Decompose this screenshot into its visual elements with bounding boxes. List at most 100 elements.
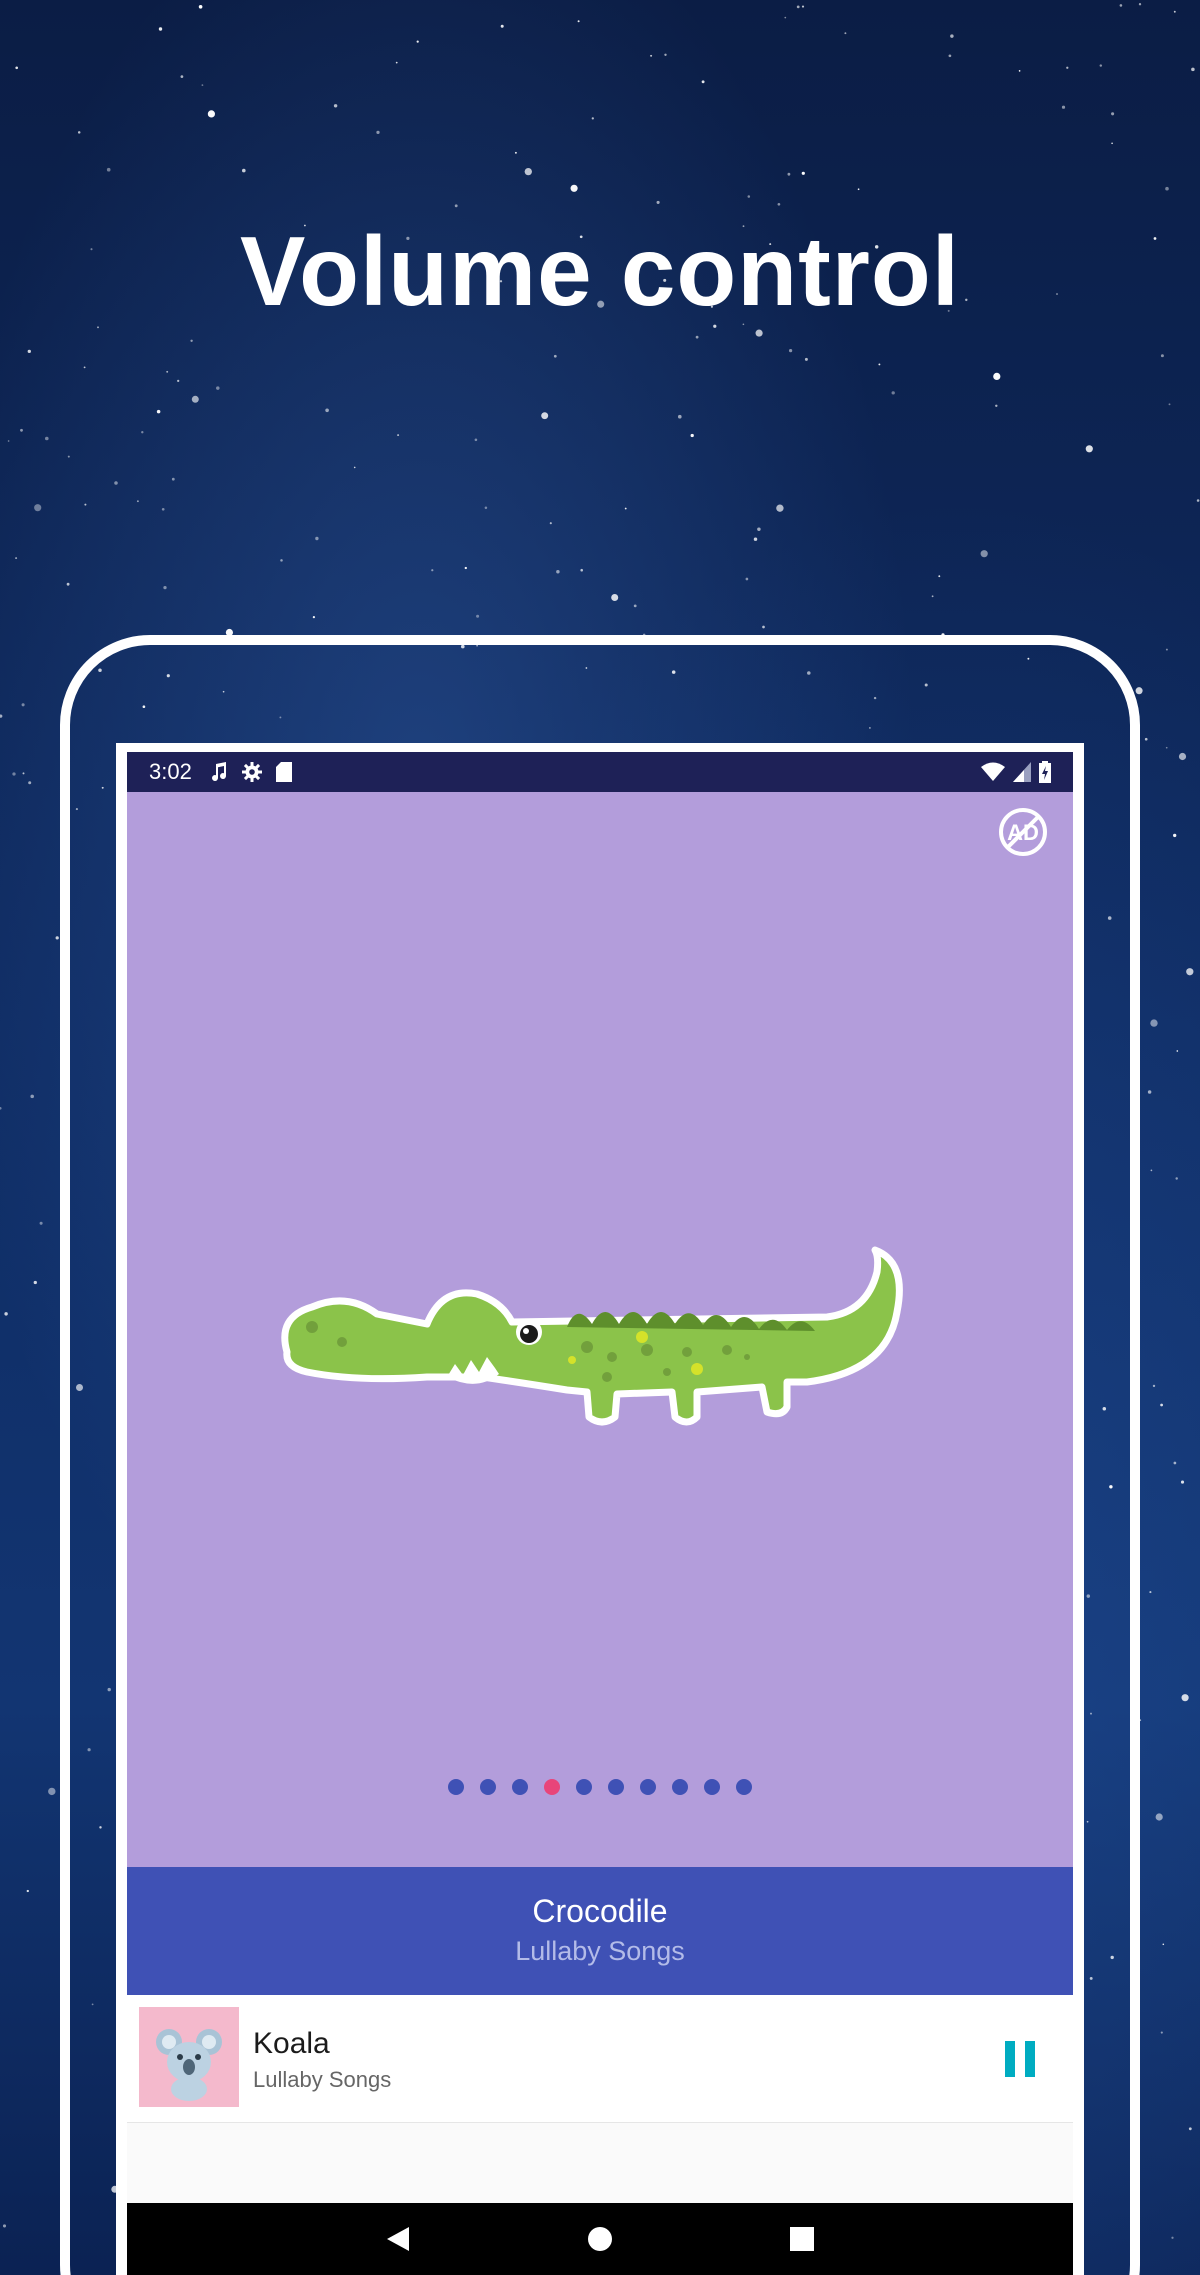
- star: [161, 507, 165, 511]
- star: [1018, 70, 1021, 72]
- star: [216, 386, 220, 390]
- star: [20, 428, 23, 432]
- no-ads-icon: AD: [999, 808, 1047, 856]
- now-playing-subtitle: Lullaby Songs: [515, 1936, 685, 1966]
- system-nav-bar: [127, 2203, 1073, 2275]
- star: [1111, 112, 1115, 116]
- remove-ads-button[interactable]: AD: [997, 806, 1049, 858]
- star: [570, 184, 578, 192]
- star: [1180, 1480, 1185, 1484]
- status-icons-right: [981, 761, 1051, 783]
- star: [776, 504, 784, 512]
- mini-player-subtitle: Lullaby Songs: [253, 2067, 392, 2092]
- star: [177, 379, 180, 383]
- star: [695, 335, 699, 339]
- star: [611, 593, 619, 602]
- star: [948, 54, 952, 58]
- star: [1186, 968, 1194, 976]
- star: [844, 32, 847, 35]
- star: [395, 61, 398, 64]
- star: [514, 151, 517, 154]
- star: [664, 53, 667, 56]
- star: [1188, 2127, 1192, 2131]
- pager-dot: [576, 1779, 592, 1795]
- star: [1138, 3, 1142, 6]
- star: [580, 568, 583, 572]
- star: [190, 339, 193, 342]
- star: [549, 522, 552, 525]
- pager-dot: [448, 1779, 464, 1795]
- star: [21, 703, 25, 707]
- star: [701, 80, 705, 84]
- gear-icon: [241, 762, 262, 782]
- star: [353, 466, 356, 469]
- star: [15, 557, 18, 560]
- star: [315, 536, 319, 541]
- star: [158, 27, 163, 31]
- star: [431, 569, 434, 572]
- star: [39, 1221, 43, 1225]
- star: [757, 527, 761, 531]
- star: [690, 433, 694, 438]
- star: [524, 167, 532, 176]
- star: [1160, 2031, 1163, 2034]
- star: [22, 772, 25, 775]
- mini-player-title: Koala: [253, 2027, 330, 2060]
- star: [26, 1889, 29, 1893]
- star: [796, 5, 800, 9]
- star: [1155, 1813, 1163, 1821]
- content-spacer: [127, 2123, 1073, 2203]
- star: [1176, 1050, 1179, 1052]
- star: [1099, 64, 1103, 67]
- back-icon[interactable]: [385, 2225, 411, 2253]
- mini-player[interactable]: Koala Lullaby Songs: [127, 1995, 1073, 2123]
- star: [677, 414, 682, 419]
- signal-icon: [1013, 762, 1031, 782]
- star: [1171, 2236, 1174, 2239]
- star: [207, 110, 216, 118]
- star: [45, 436, 49, 441]
- star: [201, 84, 204, 86]
- star: [66, 582, 70, 586]
- star: [753, 537, 758, 541]
- star: [325, 408, 329, 413]
- star: [1066, 66, 1069, 69]
- star: [1135, 687, 1143, 695]
- pager-dot: [512, 1779, 528, 1795]
- star: [106, 167, 111, 172]
- star: [980, 550, 988, 558]
- star: [83, 366, 86, 369]
- star: [1162, 1943, 1165, 1946]
- star: [30, 1094, 34, 1099]
- star: [1168, 403, 1171, 406]
- pause-icon[interactable]: [1003, 2039, 1037, 2079]
- star: [553, 354, 557, 358]
- home-icon[interactable]: [587, 2225, 613, 2253]
- star: [77, 131, 81, 134]
- star: [788, 348, 793, 353]
- recents-icon[interactable]: [789, 2225, 815, 2253]
- song-artwork-pager[interactable]: AD: [127, 792, 1073, 1867]
- star: [114, 481, 118, 485]
- star: [1175, 1177, 1178, 1180]
- star: [878, 363, 881, 366]
- pager-dot: [480, 1779, 496, 1795]
- star: [198, 4, 203, 9]
- star: [745, 577, 749, 581]
- pager-dot: [736, 1779, 752, 1795]
- star: [1152, 1384, 1156, 1388]
- pager-dot: [640, 1779, 656, 1795]
- star: [156, 409, 161, 414]
- star: [1196, 499, 1200, 502]
- star: [804, 357, 808, 361]
- star: [12, 772, 16, 776]
- pager-dots: [127, 1779, 1073, 1795]
- star: [1173, 1461, 1177, 1465]
- star: [397, 434, 400, 437]
- pager-dot: [544, 1779, 560, 1795]
- star: [931, 595, 934, 598]
- star: [993, 372, 1001, 380]
- wifi-icon: [981, 762, 1005, 781]
- pager-dot: [704, 1779, 720, 1795]
- star: [333, 104, 338, 108]
